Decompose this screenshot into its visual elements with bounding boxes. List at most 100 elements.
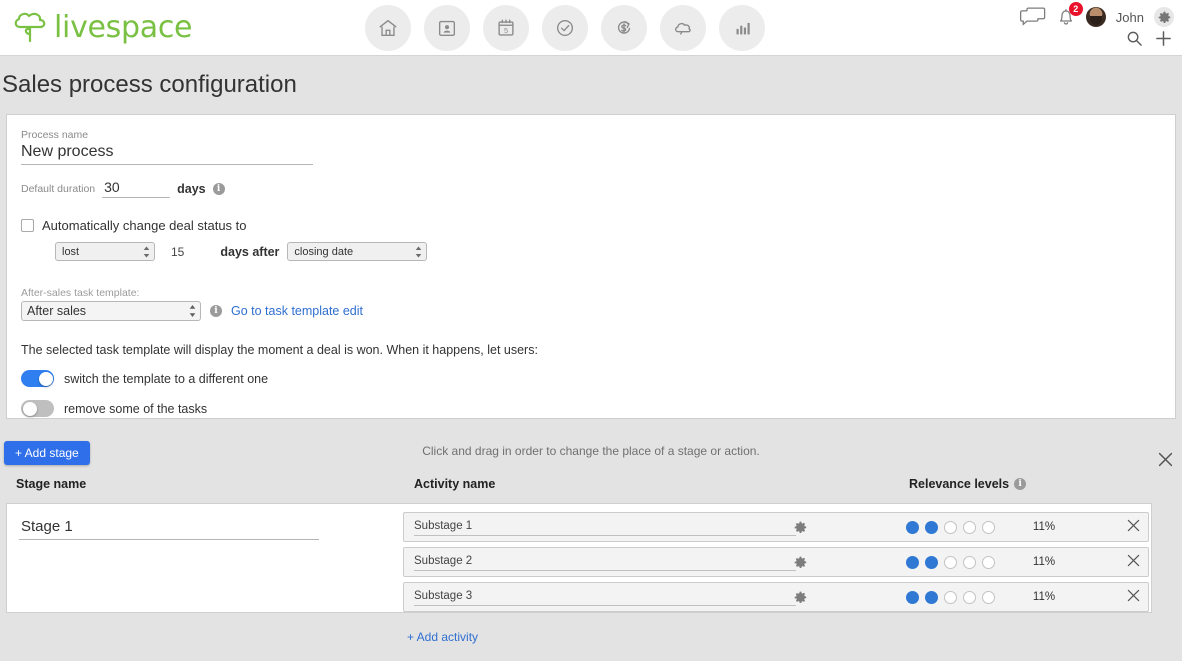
auto-change-status-checkbox[interactable] [21,219,34,232]
activity-name-input[interactable] [414,588,796,606]
activity-percent: 11% [1032,591,1056,603]
calendar-icon: 5 [495,17,517,39]
search-zone [1126,30,1172,50]
reference-date-select[interactable]: closing date [287,242,428,261]
nav-deals-button[interactable] [601,5,647,51]
remove-activity-icon[interactable] [1127,589,1140,605]
top-navigation-bar: livespace 5 2 John [0,0,1182,56]
relevance-dot-2[interactable] [925,555,938,569]
default-duration-label: Default duration [21,182,96,195]
remove-tasks-toggle[interactable] [21,400,54,417]
deals-dollar-icon [613,17,635,39]
activity-name-input[interactable] [414,518,796,536]
relevance-dot-3[interactable] [944,590,957,604]
process-name-input[interactable] [21,142,313,165]
template-info-icon[interactable]: i [210,305,222,317]
activity-row[interactable]: 11% [403,547,1149,577]
nav-tasks-button[interactable] [542,5,588,51]
activity-percent: 11% [1032,521,1056,533]
nav-reports-button[interactable] [719,5,765,51]
relevance-dot-3[interactable] [944,520,957,534]
app-logo[interactable]: livespace [12,8,193,48]
date-select-wrap: closing date [287,242,428,261]
relevance-dot-1[interactable] [906,555,919,569]
relevance-dot-5[interactable] [982,520,995,534]
chat-bubbles-icon[interactable] [1019,6,1046,29]
header-relevance-levels: Relevance levels i [909,477,1027,491]
nav-contacts-button[interactable] [424,5,470,51]
toggle-row-remove-tasks: remove some of the tasks [21,400,1161,417]
nav-calendar-button[interactable]: 5 [483,5,529,51]
user-avatar[interactable] [1085,7,1106,27]
main-nav-icons: 5 [365,5,765,51]
username-label[interactable]: John [1116,10,1144,25]
relevance-dot-5[interactable] [982,555,995,569]
relevance-dots [906,520,995,534]
header-relevance-levels-label: Relevance levels [909,477,1010,491]
relevance-dot-5[interactable] [982,590,995,604]
relevance-dot-2[interactable] [925,520,938,534]
toggle-row-switch-template: switch the template to a different one [21,370,1161,387]
template-description-text: The selected task template will display … [21,343,538,357]
switch-template-toggle-label: switch the template to a different one [64,371,269,386]
after-sales-template-block: After-sales task template: After sales i… [21,287,1161,321]
default-duration-input[interactable] [102,179,171,198]
status-select-wrap: lost [55,242,155,261]
cloud-icon [672,17,694,39]
relevance-dot-4[interactable] [963,555,976,569]
activity-gear-icon[interactable] [794,556,807,569]
contacts-icon [436,17,458,39]
page-title: Sales process configuration [0,56,1182,114]
stage-name-input[interactable] [19,516,319,540]
days-count-value[interactable]: 15 [171,245,184,259]
process-settings-panel: Process name Default duration days i Aut… [6,114,1176,419]
search-icon[interactable] [1126,30,1143,50]
home-icon [377,17,399,39]
logo-wordmark: livespace [54,10,193,45]
drag-hint-text: Click and drag in order to change the pl… [422,444,760,458]
activity-gear-icon[interactable] [794,521,807,534]
nav-cloud-button[interactable] [660,5,706,51]
notification-badge: 2 [1068,2,1083,16]
toggle-knob [38,371,53,386]
relevance-info-icon[interactable]: i [1014,478,1027,490]
relevance-dots [906,590,995,604]
activities-list: 11% [403,512,1149,617]
duration-info-icon[interactable]: i [212,182,225,195]
remove-stage-icon[interactable] [1158,452,1174,468]
activity-name-input[interactable] [414,553,796,571]
status-change-config-row: lost 15 days after closing date [55,242,1161,261]
nav-home-button[interactable] [365,5,411,51]
after-sales-template-label: After-sales task template: [21,287,140,299]
relevance-dot-4[interactable] [963,520,976,534]
user-zone: 2 John [1019,2,1174,30]
relevance-dot-3[interactable] [944,555,957,569]
process-name-label: Process name [21,129,89,141]
relevance-dot-1[interactable] [906,520,919,534]
task-template-select[interactable]: After sales [21,301,201,321]
activity-row[interactable]: 11% [403,582,1149,612]
plus-icon[interactable] [1155,30,1172,50]
deal-status-select[interactable]: lost [55,242,155,261]
tasks-check-icon [554,17,576,39]
add-activity-link[interactable]: + Add activity [407,630,478,644]
svg-text:5: 5 [504,26,508,35]
go-to-task-template-edit-link[interactable]: Go to task template edit [231,304,363,318]
remove-activity-icon[interactable] [1127,554,1140,570]
remove-activity-icon[interactable] [1127,519,1140,535]
relevance-dot-1[interactable] [906,590,919,604]
activity-gear-icon[interactable] [794,591,807,604]
notifications-bell[interactable]: 2 [1056,2,1083,28]
stage-card: 11% [6,503,1152,644]
activity-row[interactable]: 11% [403,512,1149,542]
header-activity-name: Activity name [414,477,496,491]
default-duration-field: Default duration days i [21,179,1161,198]
settings-gear-icon[interactable] [1154,7,1174,27]
auto-change-status-row: Automatically change deal status to [21,218,1161,233]
activity-percent: 11% [1032,556,1056,568]
switch-template-toggle[interactable] [21,370,54,387]
relevance-dot-4[interactable] [963,590,976,604]
toggle-knob [22,401,37,416]
relevance-dot-2[interactable] [925,590,938,604]
process-name-field: Process name [21,129,1161,165]
